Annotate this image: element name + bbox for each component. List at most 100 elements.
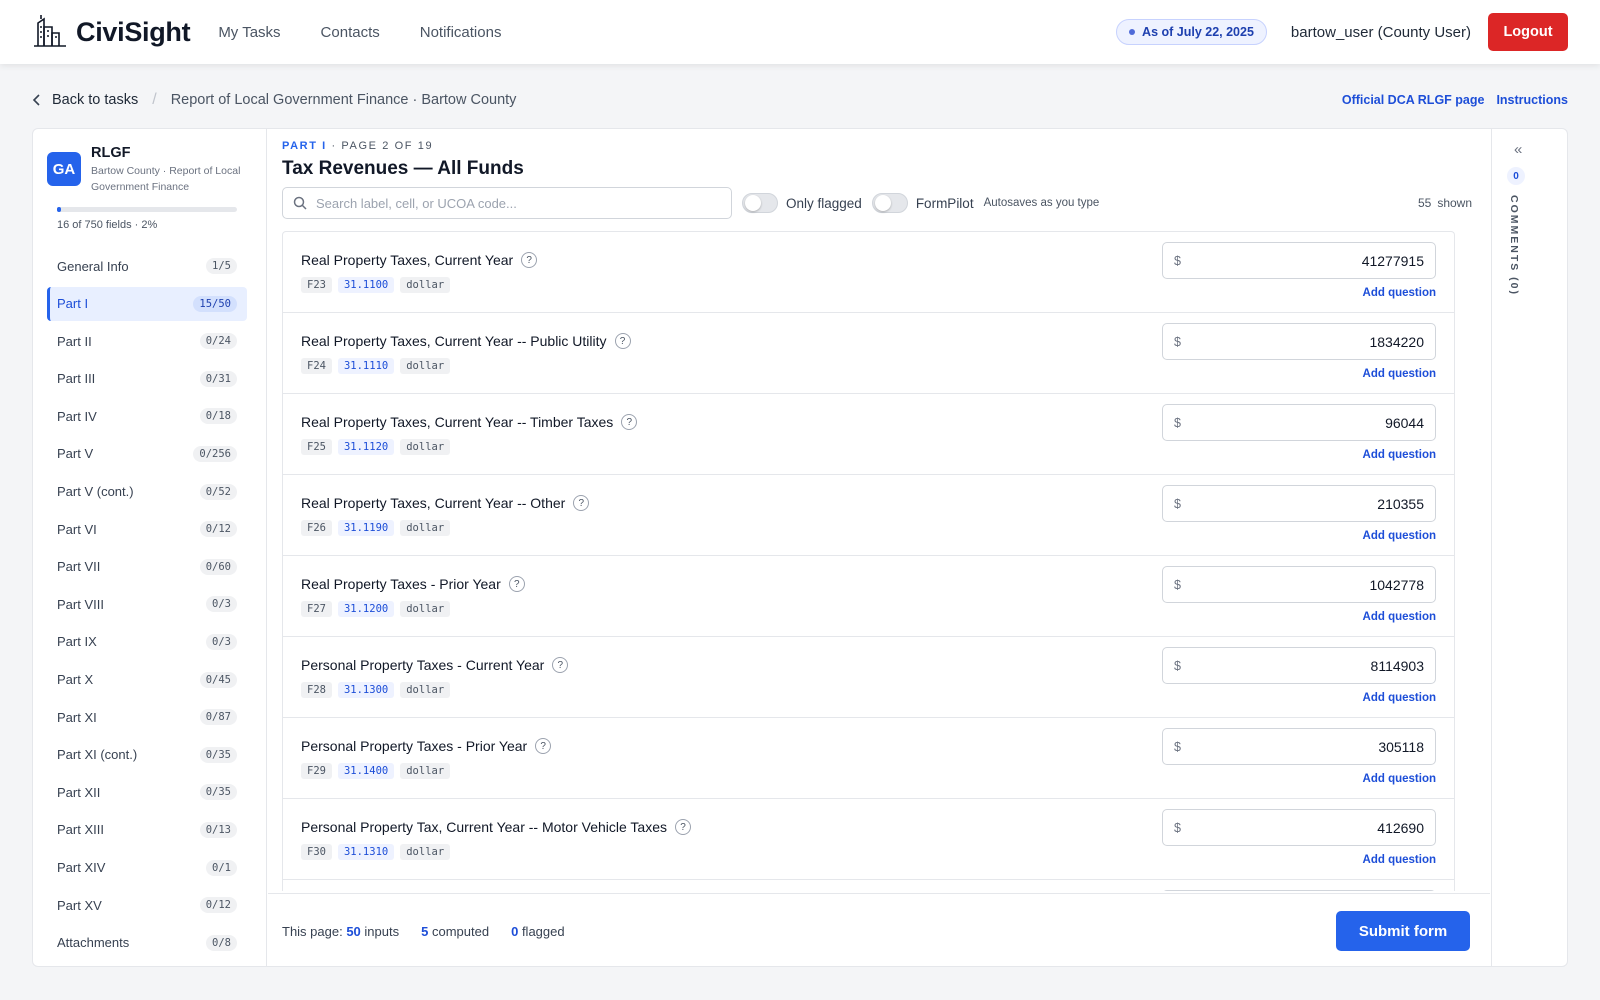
breadcrumb-report-title: Report of Local Government Finance · Bar… — [170, 92, 517, 108]
sidebar-part-label: Part VI — [57, 521, 97, 537]
unit-tag: dollar — [400, 844, 451, 860]
sidebar-part-label: Part V — [57, 446, 94, 462]
field-tags: F25 31.1120 dollar — [301, 439, 451, 455]
add-question-link[interactable]: Add question — [1363, 773, 1436, 785]
field-label: Personal Property Taxes - Current Year? — [301, 657, 569, 673]
sidebar-part-count: 0/52 — [199, 483, 237, 500]
help-icon[interactable]: ? — [535, 738, 552, 754]
sidebar-part-item[interactable]: Part XI 0/87 — [47, 700, 247, 734]
form-title: RLGF — [91, 145, 131, 161]
field-row: Real Property Taxes, Current Year -- Pub… — [283, 313, 1454, 394]
add-question-link[interactable]: Add question — [1363, 854, 1436, 866]
sidebar-part-count: 0/12 — [199, 521, 237, 538]
flagged-count: 0 — [511, 923, 519, 939]
sidebar-part-item[interactable]: General Info 1/5 — [47, 249, 247, 283]
sidebar-part-item[interactable]: Part I 15/50 — [47, 286, 247, 321]
add-question-link[interactable]: Add question — [1363, 287, 1436, 299]
cell-ref-tag: F29 — [301, 763, 332, 779]
sidebar-part-item[interactable]: Part III 0/31 — [47, 362, 247, 396]
field-list: Real Property Taxes, Current Year? F23 31.… — [282, 231, 1455, 891]
sidebar-part-item[interactable]: Part XV 0/12 — [47, 888, 247, 922]
field-tags: F27 31.1200 dollar — [301, 601, 451, 617]
formpilot-toggle[interactable] — [871, 193, 908, 213]
help-icon[interactable]: ? — [508, 576, 525, 592]
sidebar-part-item[interactable]: Part XIV 0/1 — [47, 851, 247, 885]
amount-input[interactable] — [1180, 414, 1424, 431]
unit-tag: dollar — [400, 601, 451, 617]
field-tags: F24 31.1110 dollar — [301, 358, 451, 374]
sidebar-part-item[interactable]: Part IV 0/18 — [47, 399, 247, 433]
sidebar-part-item[interactable]: Part VIII 0/3 — [47, 587, 247, 621]
sidebar-part-item[interactable]: Attachments 0/8 — [47, 926, 247, 960]
collapse-comments-icon[interactable]: « — [1514, 141, 1522, 158]
sidebar-part-label: Attachments — [57, 935, 130, 951]
inputs-label: inputs — [364, 923, 400, 939]
cell-ref-tag: F24 — [301, 358, 332, 374]
sidebar-part-item[interactable]: Part VII 0/60 — [47, 550, 247, 584]
amount-input[interactable] — [1180, 333, 1424, 350]
field-label-text: Real Property Taxes, Current Year -- Oth… — [301, 495, 566, 511]
nav-contacts[interactable]: Contacts — [321, 24, 380, 41]
only-flagged-label: Only flagged — [786, 195, 862, 211]
help-icon[interactable]: ? — [621, 414, 638, 430]
add-question-link[interactable]: Add question — [1363, 368, 1436, 380]
sidebar-part-item[interactable]: Part VI 0/12 — [47, 512, 247, 546]
chevron-left-icon — [32, 94, 40, 106]
comments-tab[interactable]: COMMENTS (0) — [1508, 195, 1520, 296]
brand-name: CiviSight — [76, 16, 191, 47]
add-question-link[interactable]: Add question — [1363, 530, 1436, 542]
add-question-link[interactable]: Add question — [1363, 611, 1436, 623]
search-input[interactable] — [316, 195, 721, 211]
sidebar-part-item[interactable]: Part XI (cont.) 0/35 — [47, 738, 247, 772]
amount-input[interactable] — [1180, 657, 1424, 674]
sidebar-part-item[interactable]: Part XII 0/35 — [47, 775, 247, 809]
field-label: Real Property Taxes, Current Year? — [301, 252, 538, 268]
sidebar-part-item[interactable]: Part XIII 0/13 — [47, 813, 247, 847]
help-icon[interactable]: ? — [675, 819, 691, 835]
nav-my-tasks[interactable]: My Tasks — [218, 24, 280, 41]
toggle-knob — [745, 195, 761, 211]
amount-input[interactable] — [1180, 252, 1424, 269]
sidebar-part-count: 0/3 — [206, 596, 237, 613]
sidebar-part-item[interactable]: Part IX 0/3 — [47, 625, 247, 659]
sidebar-part-count: 0/18 — [199, 408, 237, 425]
sidebar-part-item[interactable]: Part V 0/256 — [47, 437, 247, 471]
instructions-link[interactable]: Instructions — [1496, 93, 1568, 107]
add-question-link[interactable]: Add question — [1363, 692, 1436, 704]
form-content: PART I · PAGE 2 OF 19 Tax Revenues — All… — [268, 129, 1490, 966]
state-badge: GA — [47, 152, 81, 186]
amount-field: $ — [1162, 728, 1436, 765]
amount-field: $ — [1162, 809, 1436, 846]
field-row: Real Property Taxes, Current Year? F23 31.… — [283, 232, 1454, 313]
amount-field[interactable] — [1162, 890, 1436, 891]
completion-progress-bar — [57, 207, 237, 212]
help-icon[interactable]: ? — [614, 333, 631, 349]
parts-list: General Info 1/5 Part I 15/50 Part II 0/24 Par… — [47, 249, 247, 963]
nav-notifications[interactable]: Notifications — [420, 24, 502, 41]
help-icon[interactable]: ? — [552, 657, 569, 673]
help-icon[interactable]: ? — [521, 252, 538, 268]
back-to-tasks-link[interactable]: Back to tasks — [32, 92, 138, 108]
only-flagged-toggle[interactable] — [742, 193, 778, 213]
sidebar-part-item[interactable]: Part V (cont.) 0/52 — [47, 475, 247, 509]
amount-input[interactable] — [1180, 819, 1424, 836]
amount-input[interactable] — [1180, 495, 1424, 512]
field-row: Personal Property Tax, Current Year -- M… — [283, 799, 1454, 880]
field-row: Real Property Taxes - Prior Year? F27 31.1… — [283, 556, 1454, 637]
amount-field: $ — [1162, 485, 1436, 522]
field-tags: F29 31.1400 dollar — [301, 763, 451, 779]
submit-form-button[interactable]: Submit form — [1336, 911, 1470, 951]
sidebar-part-item[interactable]: Part X 0/45 — [47, 663, 247, 697]
brand[interactable]: CiviSight — [32, 13, 191, 52]
logout-button[interactable]: Logout — [1488, 13, 1568, 51]
help-icon[interactable]: ? — [573, 495, 590, 511]
amount-input[interactable] — [1180, 576, 1424, 593]
ucoa-code-tag: 31.1400 — [337, 763, 395, 779]
add-question-link[interactable]: Add question — [1363, 449, 1436, 461]
official-dca-link[interactable]: Official DCA RLGF page — [1342, 93, 1485, 107]
computed-label: computed — [431, 923, 490, 939]
amount-input[interactable] — [1180, 738, 1424, 755]
sidebar-part-item[interactable]: Part II 0/24 — [47, 324, 247, 358]
sidebar-part-count: 0/45 — [199, 671, 237, 688]
field-label: Personal Property Tax, Current Year -- M… — [301, 819, 691, 835]
